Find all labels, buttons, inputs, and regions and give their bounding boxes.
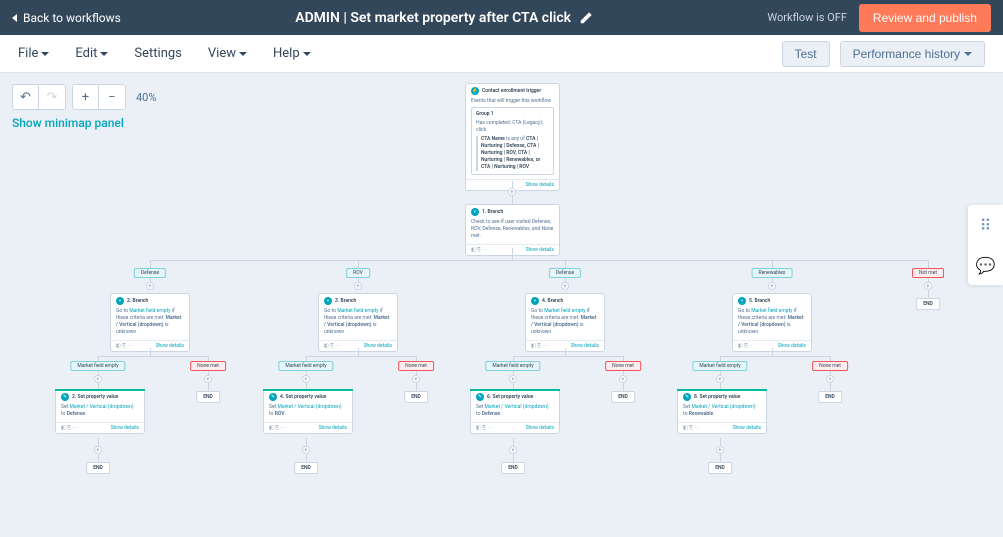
show-details-link[interactable]: Show details bbox=[156, 343, 184, 349]
add-step-button[interactable]: + bbox=[302, 375, 310, 383]
show-details-link[interactable]: Show details bbox=[778, 343, 806, 349]
add-step-button[interactable]: + bbox=[826, 375, 834, 383]
back-label: Back to workflows bbox=[23, 11, 121, 25]
branch-label[interactable]: Market field empty bbox=[70, 361, 125, 371]
add-step-button[interactable]: + bbox=[412, 375, 420, 383]
end-node: END bbox=[294, 462, 318, 474]
chevron-left-icon bbox=[12, 14, 17, 22]
end-node: END bbox=[708, 462, 732, 474]
branch-card[interactable]: ⑂5. Branch Go to Market field empty if t… bbox=[732, 293, 812, 352]
trigger-card[interactable]: ⚡ Contact enrollment trigger Events that… bbox=[465, 83, 560, 191]
workflow-canvas[interactable]: ⚡ Contact enrollment trigger Events that… bbox=[0, 73, 1003, 537]
chevron-down-icon bbox=[964, 52, 972, 56]
branch-label-none[interactable]: Not met bbox=[912, 268, 944, 278]
add-step-button[interactable]: + bbox=[94, 446, 102, 454]
header-actions: Workflow is OFF Review and publish bbox=[767, 4, 991, 32]
branch-icon: ⑂ bbox=[738, 297, 746, 305]
workflow-status: Workflow is OFF bbox=[767, 11, 847, 24]
add-step-button[interactable]: + bbox=[924, 282, 932, 290]
test-button[interactable]: Test bbox=[782, 41, 830, 67]
trigger-title: Contact enrollment trigger bbox=[482, 88, 541, 94]
performance-history-button[interactable]: Performance history bbox=[840, 41, 985, 67]
branch-card[interactable]: ⑂4. Branch Go to Market field empty if t… bbox=[525, 293, 605, 352]
add-step-button[interactable]: + bbox=[561, 282, 569, 290]
branch-label[interactable]: Market field empty bbox=[278, 361, 333, 371]
set-property-card[interactable]: ✎2. Set property value Set Market / Vert… bbox=[55, 389, 145, 434]
branch-label-none[interactable]: None met bbox=[605, 361, 641, 371]
end-node: END bbox=[196, 391, 220, 403]
chevron-down-icon bbox=[239, 52, 247, 56]
menu-view[interactable]: View bbox=[208, 46, 247, 61]
property-icon: ✎ bbox=[683, 393, 691, 401]
property-icon: ✎ bbox=[61, 393, 69, 401]
show-details-link[interactable]: Show details bbox=[571, 343, 599, 349]
add-step-button[interactable]: + bbox=[146, 282, 154, 290]
app-header: Back to workflows ADMIN | Set market pro… bbox=[0, 0, 1003, 35]
end-node: END bbox=[611, 391, 635, 403]
branch-label[interactable]: Market field empty bbox=[485, 361, 540, 371]
show-details-link[interactable]: Show details bbox=[364, 343, 392, 349]
end-node: END bbox=[501, 462, 525, 474]
workflow-title: ADMIN | Set market property after CTA cl… bbox=[295, 10, 571, 26]
add-step-button[interactable]: + bbox=[204, 375, 212, 383]
chevron-down-icon bbox=[100, 52, 108, 56]
branch-label[interactable]: Market field empty bbox=[692, 361, 747, 371]
branch-label[interactable]: Renewables bbox=[752, 268, 793, 278]
menu-help[interactable]: Help bbox=[273, 46, 311, 61]
add-step-button[interactable]: + bbox=[508, 188, 516, 196]
add-step-button[interactable]: + bbox=[619, 375, 627, 383]
show-details-link[interactable]: Show details bbox=[526, 182, 554, 188]
workflow-title-wrap: ADMIN | Set market property after CTA cl… bbox=[295, 10, 593, 26]
branch-label[interactable]: Defense bbox=[134, 268, 166, 278]
branch-label-none[interactable]: None met bbox=[398, 361, 434, 371]
branch-label-none[interactable]: None met bbox=[190, 361, 226, 371]
set-property-card[interactable]: ✎4. Set property value Set Market / Vert… bbox=[263, 389, 353, 434]
add-step-button[interactable]: + bbox=[716, 446, 724, 454]
toolbar-right: Test Performance history bbox=[782, 41, 985, 67]
chevron-down-icon bbox=[303, 52, 311, 56]
trigger-group-label: Group 1 bbox=[476, 111, 549, 118]
branch-card[interactable]: ⑂3. Branch Go to Market field empty if t… bbox=[318, 293, 398, 352]
branch-card[interactable]: ⑂2. Branch Go to Market field empty if t… bbox=[110, 293, 190, 352]
add-step-button[interactable]: + bbox=[302, 446, 310, 454]
add-step-button[interactable]: + bbox=[768, 282, 776, 290]
end-node: END bbox=[916, 298, 940, 310]
add-step-button[interactable]: + bbox=[716, 375, 724, 383]
toolbar: File Edit Settings View Help Test Perfor… bbox=[0, 35, 1003, 73]
trigger-line1: Has completed: CTA (Legacy): click bbox=[476, 120, 549, 134]
end-node: END bbox=[818, 391, 842, 403]
set-property-card[interactable]: ✎6. Set property value Set Market / Vert… bbox=[470, 389, 560, 434]
branch-label-none[interactable]: None met bbox=[812, 361, 848, 371]
show-details-link[interactable]: Show details bbox=[319, 425, 347, 431]
menu-edit[interactable]: Edit bbox=[75, 46, 108, 61]
chevron-down-icon bbox=[41, 52, 49, 56]
branch-icon: ⑂ bbox=[116, 297, 124, 305]
branch-icon: ⑂ bbox=[531, 297, 539, 305]
add-step-button[interactable]: + bbox=[509, 375, 517, 383]
edit-title-icon[interactable] bbox=[579, 11, 593, 25]
back-to-workflows[interactable]: Back to workflows bbox=[12, 11, 121, 25]
trigger-subtitle: Events that will trigger this workflow bbox=[471, 98, 554, 105]
branch-label[interactable]: ROV bbox=[346, 268, 370, 278]
end-node: END bbox=[404, 391, 428, 403]
show-details-link[interactable]: Show details bbox=[111, 425, 139, 431]
branch-icon: ⑂ bbox=[324, 297, 332, 305]
property-icon: ✎ bbox=[269, 393, 277, 401]
show-details-link[interactable]: Show details bbox=[733, 425, 761, 431]
menu-file[interactable]: File bbox=[18, 46, 49, 61]
end-node: END bbox=[86, 462, 110, 474]
add-step-button[interactable]: + bbox=[94, 375, 102, 383]
branch-icon: ⑂ bbox=[471, 208, 479, 216]
add-step-button[interactable]: + bbox=[354, 282, 362, 290]
show-details-link[interactable]: Show details bbox=[526, 247, 554, 253]
property-icon: ✎ bbox=[476, 393, 484, 401]
set-property-card[interactable]: ✎8. Set property value Set Market / Vert… bbox=[677, 389, 767, 434]
review-publish-button[interactable]: Review and publish bbox=[859, 4, 991, 32]
enrollment-icon: ⚡ bbox=[471, 87, 479, 95]
show-details-link[interactable]: Show details bbox=[526, 425, 554, 431]
menu-settings[interactable]: Settings bbox=[134, 46, 181, 61]
add-step-button[interactable]: + bbox=[509, 446, 517, 454]
toolbar-menus: File Edit Settings View Help bbox=[18, 46, 311, 61]
branch-label[interactable]: Defense bbox=[549, 268, 581, 278]
